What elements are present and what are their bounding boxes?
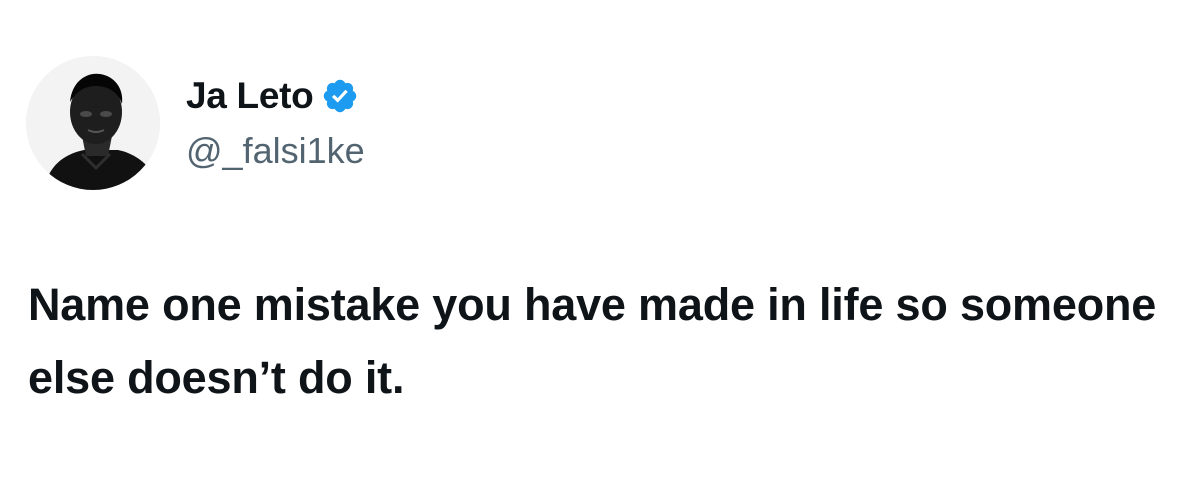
author-handle[interactable]: @_falsi1ke [186, 130, 365, 172]
person-photo-icon [26, 56, 160, 190]
author-name-row: Ja Leto [186, 72, 359, 120]
author-avatar[interactable] [26, 56, 160, 190]
verified-badge-icon [321, 77, 359, 115]
tweet-text: Name one mistake you have made in life s… [28, 279, 1157, 403]
tweet: Ja Leto @_falsi1ke Name one mistake you … [0, 0, 1200, 481]
author-display-name[interactable]: Ja Leto [186, 75, 314, 117]
